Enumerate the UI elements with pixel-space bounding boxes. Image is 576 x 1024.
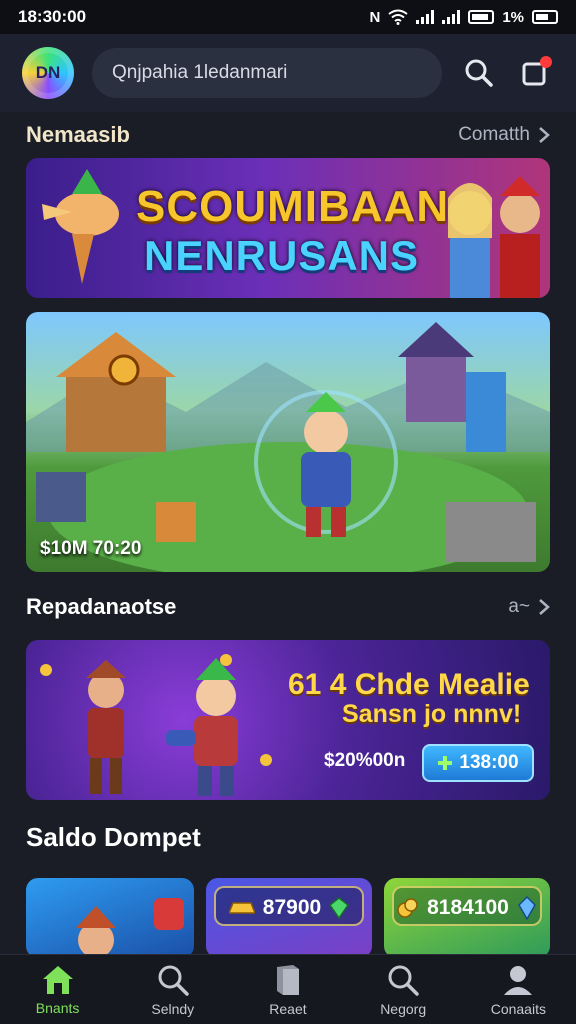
wallet-card-2[interactable]: 87900 [206,878,372,958]
nav-item-profile[interactable]: Conaaits [468,963,568,1017]
search-icon [158,965,189,996]
app-logo[interactable]: DN [22,47,74,99]
character-art-left [42,169,119,284]
banner3-subheadline: Sansn jo nnnv! [342,700,522,728]
chevron-right-icon [539,599,550,615]
banner3-buy-label: 138:00 [459,752,519,773]
app-header: DN Qnjpahia 1ledanmari [0,34,576,112]
battery-percent: 1% [502,8,524,26]
signal-icon [416,10,435,24]
nav-label-home: Bnants [35,999,80,1016]
nav-item-library[interactable]: Reaet [238,963,338,1017]
status-icons: N 1% [369,9,558,26]
section-recommended-link-label: a~ [508,596,530,617]
notification-button[interactable] [516,54,554,92]
game-scene-art [26,322,550,572]
notification-dot [540,56,552,68]
character-art-right [448,176,540,298]
gem-icon [329,897,350,919]
promo-banner-2[interactable]: $10M 70:20 [26,312,550,572]
wallet-card-3-value: 8184100 [427,896,509,919]
status-bar: 18:30:00 N 1% [0,0,576,34]
character-art [76,898,184,958]
banner3-headline: 61 4 Chde Mealie [288,668,530,701]
section-recommended-see-all[interactable]: a~ [508,596,550,618]
nav-item-home[interactable]: Bnants [8,964,108,1016]
home-icon [42,965,73,994]
wallet-card-3[interactable]: 8184100 [384,878,550,958]
wallet-card-3-value-row: 8184100 [384,896,550,920]
section-featured-see-all[interactable]: Comatth [458,124,550,146]
search-input[interactable]: Qnjpahia 1ledanmari [92,48,442,98]
section-recommended-header: Repadanaotse a~ [26,594,550,620]
banner3-buy-button[interactable]: 138:00 [422,744,534,782]
heroes-art [40,654,272,796]
coin-pile-icon [397,898,418,918]
crystal-icon [517,896,536,920]
wallet-card-2-value: 87900 [262,896,322,919]
status-time: 18:30:00 [18,7,87,26]
battery-icon-2 [532,10,558,24]
chevron-right-icon [539,127,550,143]
section-featured-header: Nemaasib Comatth [26,122,550,148]
nav-label-profile: Conaaits [490,1000,546,1017]
wallet-title: Saldo Dompet [26,822,201,852]
nfc-icon: N [369,8,381,26]
promo-banner-3[interactable]: 61 4 Chde Mealie Sansn jo nnnv! $20%00n … [26,640,550,800]
banner1-subheadline: NENRUSANS [144,232,420,279]
book-icon [276,964,299,995]
search-button[interactable] [460,54,498,92]
gold-bar-icon [228,902,255,914]
promo-banner-1[interactable]: SCOUMIBAAN NENRUSANS [26,158,550,298]
battery-icon [468,10,495,24]
banner1-headline: SCOUMIBAAN [136,182,450,231]
profile-icon [504,965,533,995]
signal-icon-2 [442,10,461,24]
nav-label-explore: Negorg [380,1000,427,1017]
section-featured-link-label: Comatth [458,124,530,145]
wallet-card-2-value-row: 87900 [206,896,372,920]
plus-icon [438,756,453,770]
banner3-price: $20%00n [324,750,406,771]
wallet-card-1[interactable] [26,878,194,958]
wifi-icon [388,9,408,25]
search-icon [465,59,493,87]
search-placeholder: Qnjpahia 1ledanmari [112,62,288,83]
bottom-navigation: Bnants Selndy Reaet Negorg Conaaits [0,954,576,1024]
section-recommended-title: Repadanaotse [26,594,177,619]
search-icon [388,965,419,996]
nav-item-explore[interactable]: Negorg [353,963,453,1017]
app-logo-text: DN [35,63,61,82]
nav-label-library: Reaet [269,1000,307,1017]
banner2-label: $10M 70:20 [40,538,142,559]
nav-label-search: Selndy [151,1000,195,1017]
nav-item-search[interactable]: Selndy [123,963,223,1017]
section-featured-title: Nemaasib [26,122,130,147]
